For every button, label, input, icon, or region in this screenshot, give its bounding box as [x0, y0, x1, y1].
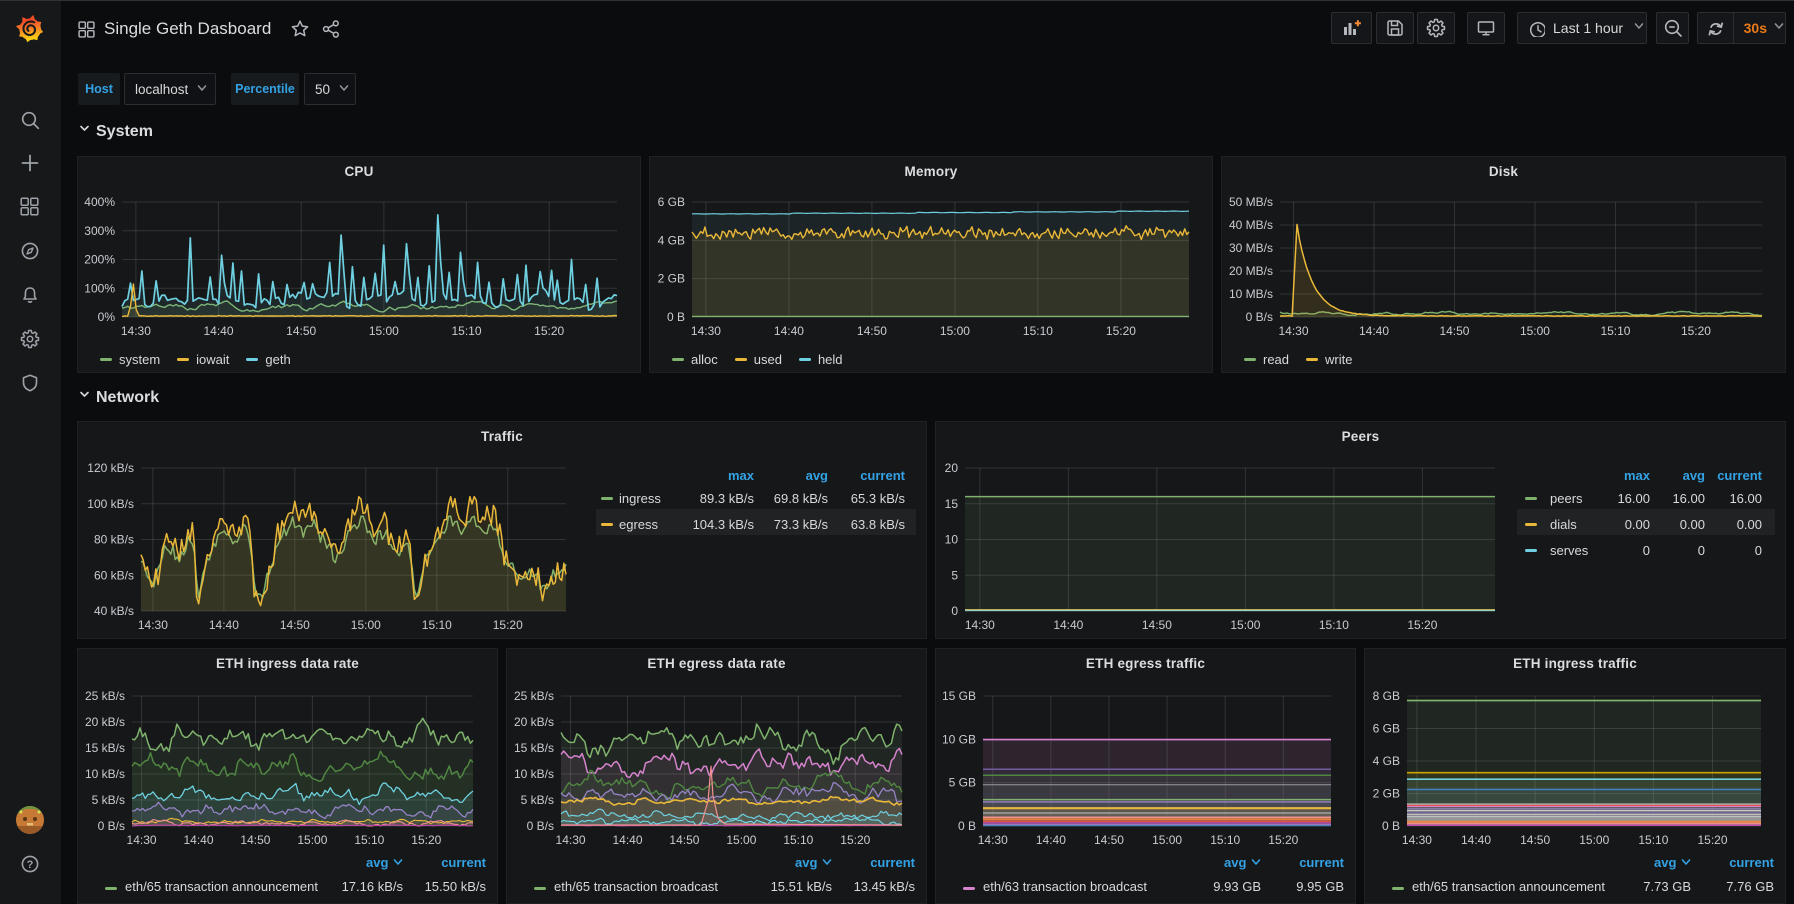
svg-text:15 kB/s: 15 kB/s	[85, 741, 125, 755]
svg-text:20 kB/s: 20 kB/s	[514, 715, 554, 729]
svg-text:40 kB/s: 40 kB/s	[94, 604, 134, 618]
svg-text:0: 0	[951, 604, 958, 618]
svg-text:15:00: 15:00	[1579, 833, 1609, 847]
svg-text:15:20: 15:20	[1106, 324, 1136, 338]
svg-text:14:30: 14:30	[965, 618, 995, 632]
svg-text:0 B: 0 B	[667, 310, 685, 324]
svg-text:14:40: 14:40	[204, 324, 234, 338]
svg-text:15:10: 15:10	[1600, 324, 1630, 338]
svg-text:14:50: 14:50	[669, 833, 699, 847]
svg-text:10 GB: 10 GB	[942, 732, 976, 746]
svg-text:2 GB: 2 GB	[658, 272, 685, 286]
svg-text:4 GB: 4 GB	[1373, 754, 1400, 768]
svg-text:30 MB/s: 30 MB/s	[1229, 241, 1273, 255]
svg-text:6 GB: 6 GB	[1373, 722, 1400, 736]
svg-text:4 GB: 4 GB	[658, 233, 685, 247]
svg-text:6 GB: 6 GB	[658, 195, 685, 209]
svg-text:5 kB/s: 5 kB/s	[92, 793, 125, 807]
svg-text:15:10: 15:10	[1210, 833, 1240, 847]
svg-text:14:30: 14:30	[121, 324, 151, 338]
svg-text:14:30: 14:30	[127, 833, 157, 847]
svg-text:400%: 400%	[84, 195, 115, 209]
svg-text:15:20: 15:20	[1681, 324, 1711, 338]
svg-text:14:50: 14:50	[240, 833, 270, 847]
svg-text:14:40: 14:40	[774, 324, 804, 338]
svg-text:0 B/s: 0 B/s	[1246, 310, 1273, 324]
svg-text:15:10: 15:10	[354, 833, 384, 847]
svg-text:2 GB: 2 GB	[1373, 787, 1400, 801]
svg-text:15:20: 15:20	[411, 833, 441, 847]
svg-text:0%: 0%	[98, 310, 116, 324]
svg-text:15:20: 15:20	[534, 324, 564, 338]
svg-text:15 kB/s: 15 kB/s	[514, 741, 554, 755]
svg-text:14:40: 14:40	[1359, 324, 1389, 338]
svg-text:50 MB/s: 50 MB/s	[1229, 195, 1273, 209]
svg-text:14:40: 14:40	[612, 833, 642, 847]
svg-text:20 MB/s: 20 MB/s	[1229, 264, 1273, 278]
svg-text:14:30: 14:30	[978, 833, 1008, 847]
svg-text:14:30: 14:30	[1278, 324, 1308, 338]
svg-text:14:30: 14:30	[556, 833, 586, 847]
svg-text:14:50: 14:50	[1142, 618, 1172, 632]
svg-text:0 B: 0 B	[958, 819, 976, 833]
svg-text:14:30: 14:30	[691, 324, 721, 338]
svg-text:15 GB: 15 GB	[942, 689, 976, 703]
svg-text:10 kB/s: 10 kB/s	[85, 767, 125, 781]
svg-text:14:50: 14:50	[280, 618, 310, 632]
svg-text:15:00: 15:00	[1152, 833, 1182, 847]
svg-text:5 kB/s: 5 kB/s	[521, 793, 554, 807]
svg-text:14:40: 14:40	[1461, 833, 1491, 847]
svg-text:25 kB/s: 25 kB/s	[85, 689, 125, 703]
svg-text:10 kB/s: 10 kB/s	[514, 767, 554, 781]
svg-text:200%: 200%	[84, 253, 115, 267]
svg-text:15:10: 15:10	[1638, 833, 1668, 847]
svg-text:15:10: 15:10	[452, 324, 482, 338]
svg-text:10 MB/s: 10 MB/s	[1229, 287, 1273, 301]
svg-text:20 kB/s: 20 kB/s	[85, 715, 125, 729]
svg-text:15:00: 15:00	[297, 833, 327, 847]
svg-text:14:30: 14:30	[138, 618, 168, 632]
svg-text:14:40: 14:40	[183, 833, 213, 847]
svg-text:14:50: 14:50	[1094, 833, 1124, 847]
svg-text:14:50: 14:50	[286, 324, 316, 338]
svg-text:14:50: 14:50	[1439, 324, 1469, 338]
svg-text:14:40: 14:40	[1036, 833, 1066, 847]
svg-text:15:20: 15:20	[1268, 833, 1298, 847]
svg-text:15:20: 15:20	[493, 618, 523, 632]
svg-text:15:20: 15:20	[840, 833, 870, 847]
svg-text:300%: 300%	[84, 224, 115, 238]
svg-text:5: 5	[951, 568, 958, 582]
svg-text:5 GB: 5 GB	[949, 776, 976, 790]
svg-text:15:10: 15:10	[783, 833, 813, 847]
svg-text:8 GB: 8 GB	[1373, 689, 1400, 703]
svg-text:15:00: 15:00	[369, 324, 399, 338]
svg-text:15:10: 15:10	[1023, 324, 1053, 338]
svg-text:15:10: 15:10	[422, 618, 452, 632]
svg-text:0 B: 0 B	[1382, 819, 1400, 833]
svg-text:0 B/s: 0 B/s	[98, 819, 125, 833]
svg-text:14:40: 14:40	[209, 618, 239, 632]
svg-text:15:00: 15:00	[351, 618, 381, 632]
svg-text:15:00: 15:00	[1230, 618, 1260, 632]
svg-text:60 kB/s: 60 kB/s	[94, 568, 134, 582]
svg-text:14:50: 14:50	[1520, 833, 1550, 847]
svg-text:15:20: 15:20	[1407, 618, 1437, 632]
svg-text:15:00: 15:00	[1520, 324, 1550, 338]
svg-text:15:00: 15:00	[940, 324, 970, 338]
svg-text:0 B/s: 0 B/s	[527, 819, 554, 833]
svg-text:15:20: 15:20	[1697, 833, 1727, 847]
svg-text:14:30: 14:30	[1402, 833, 1432, 847]
svg-text:?: ?	[27, 859, 34, 871]
svg-text:25 kB/s: 25 kB/s	[514, 689, 554, 703]
svg-text:15:00: 15:00	[726, 833, 756, 847]
svg-text:100%: 100%	[84, 281, 115, 295]
svg-text:14:40: 14:40	[1053, 618, 1083, 632]
svg-text:15:10: 15:10	[1319, 618, 1349, 632]
svg-text:14:50: 14:50	[857, 324, 887, 338]
svg-text:40 MB/s: 40 MB/s	[1229, 218, 1273, 232]
